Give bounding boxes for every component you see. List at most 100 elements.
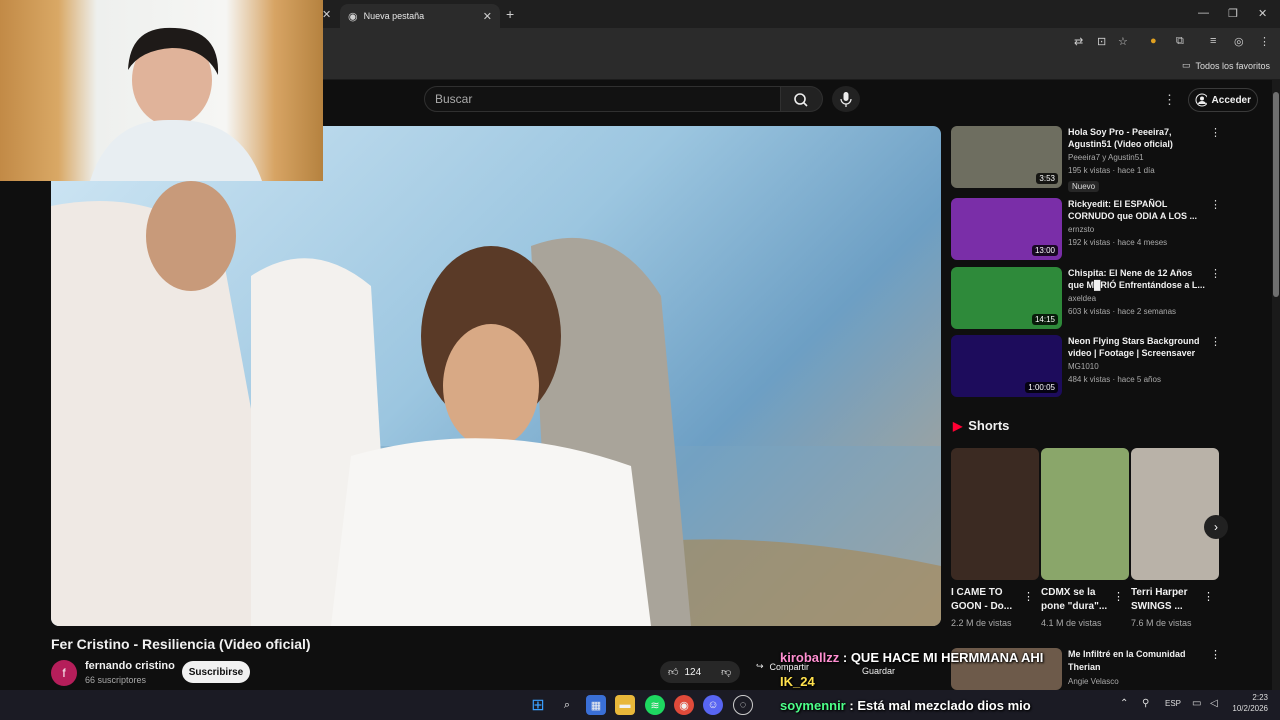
store-icon[interactable]: ▦ — [586, 695, 606, 715]
more-vert-icon[interactable]: ⋮ — [1203, 590, 1214, 603]
extensions-icon[interactable]: ⧉ — [1176, 35, 1184, 48]
chrome-icon[interactable]: ◉ — [674, 695, 694, 715]
close-prev-tab-icon[interactable]: ✕ — [322, 8, 331, 21]
extension-color-icon[interactable]: ● — [1150, 35, 1157, 47]
profile-icon[interactable]: ◎ — [1234, 35, 1244, 48]
chat-message: kiroballzz : QUE HACE MI HERMMANA AHI — [780, 650, 1043, 665]
video-player[interactable] — [51, 126, 941, 626]
translate-icon[interactable]: ⇄ — [1074, 35, 1083, 48]
search-input[interactable]: Buscar — [424, 86, 781, 112]
network-icon[interactable]: ▭ — [1192, 698, 1201, 709]
webcam-overlay — [0, 0, 323, 181]
more-icon[interactable]: ⋮ — [1259, 35, 1270, 48]
channel-avatar[interactable]: f — [51, 660, 77, 686]
windows-start-icon[interactable]: ⊞ — [528, 695, 548, 715]
like-dislike-group[interactable]: 👍︎ 124 👎︎ — [660, 661, 740, 683]
share-icon: ↪ — [756, 661, 764, 671]
language-indicator[interactable]: ESP — [1165, 699, 1181, 708]
recommendation-card[interactable]: 1:00:05 Neon Flying Stars Background vide… — [951, 335, 1241, 397]
short-thumbnail[interactable] — [1131, 448, 1219, 580]
short-title[interactable]: CDMX se la pone "dura"... — [1041, 586, 1121, 614]
recommendation-card[interactable]: 14:15 Chispita: El Nene de 12 Años que M█… — [951, 267, 1241, 329]
voice-search-button[interactable] — [832, 86, 860, 112]
subscribe-button[interactable]: Suscribirse — [182, 661, 250, 683]
search-button[interactable] — [781, 86, 823, 112]
recommendation-card[interactable]: 3:53 Hola Soy Pro - Peeeira7, Agustin51 (… — [951, 126, 1241, 192]
recommendation-title[interactable]: Hola Soy Pro - Peeeira7, Agustin51 (Vide… — [1068, 126, 1208, 150]
settings-dots-icon[interactable]: ⋮ — [1163, 92, 1176, 108]
recommendation-card[interactable]: 13:00 Rickyedit: El ESPAÑOL CORNUDO que O… — [951, 198, 1241, 260]
discord-icon[interactable]: ☺ — [703, 695, 723, 715]
taskbar — [0, 690, 1280, 720]
recommendation-meta: 603 k vistas · hace 2 semanas — [1068, 307, 1177, 316]
more-vert-icon[interactable]: ⋮ — [1210, 335, 1221, 348]
install-icon[interactable]: ⊡ — [1097, 35, 1106, 48]
new-badge: Nuevo — [1068, 181, 1100, 192]
mic-icon — [840, 92, 852, 107]
new-tab-icon[interactable]: + — [506, 6, 514, 22]
short-title[interactable]: I CAME TO GOON - Do... — [951, 586, 1031, 614]
video-thumbnail[interactable]: 1:00:05 — [951, 335, 1062, 397]
globe-icon: ◉ — [348, 10, 358, 23]
minimize-icon[interactable]: — — [1198, 7, 1209, 19]
signin-label: Acceder — [1211, 94, 1251, 106]
clock-time[interactable]: 2:23 — [1232, 693, 1268, 702]
volume-icon[interactable]: ◁ — [1210, 698, 1218, 709]
video-thumbnail[interactable]: 14:15 — [951, 267, 1062, 329]
dislike-icon[interactable]: 👎︎ — [721, 666, 731, 678]
folder-icon: ▭ — [1181, 60, 1191, 70]
all-bookmarks[interactable]: ▭ Todos los favoritos — [1182, 60, 1270, 71]
star-icon[interactable]: ☆ — [1118, 35, 1128, 48]
folder-taskbar-icon[interactable]: ▬ — [615, 695, 635, 715]
app-icon[interactable]: ◌ — [733, 695, 753, 715]
recommendation-channel: ernzsto — [1068, 225, 1095, 234]
short-title[interactable]: Terri Harper SWINGS ... — [1131, 586, 1211, 614]
save-label[interactable]: Guardar — [862, 666, 895, 676]
short-views: 4.1 M de vistas — [1041, 618, 1102, 628]
search-icon — [794, 93, 808, 107]
more-vert-icon[interactable]: ⋮ — [1113, 590, 1124, 603]
taskbar-search-icon[interactable]: ⌕ — [557, 695, 577, 715]
short-thumbnail[interactable] — [1041, 448, 1129, 580]
chat-username: kiroballzz — [780, 650, 840, 665]
close-tab-icon[interactable]: ✕ — [483, 10, 492, 23]
recommendation-channel: axeldea — [1068, 294, 1097, 303]
tab-title: Nueva pestaña — [363, 11, 425, 21]
duration-badge: 1:00:05 — [1025, 382, 1058, 393]
short-thumbnail[interactable] — [951, 448, 1039, 580]
maximize-icon[interactable]: ❐ — [1228, 7, 1238, 20]
spotify-icon[interactable]: ≋ — [645, 695, 665, 715]
like-count: 124 — [684, 666, 702, 678]
recommendation-channel: Peeeira7 y Agustin51 — [1068, 153, 1144, 162]
video-thumbnail[interactable]: 3:53 — [951, 126, 1062, 188]
recommendation-meta: 195 k vistas · hace 1 día — [1068, 166, 1155, 175]
recommendation-title[interactable]: Chispita: El Nene de 12 Años que M█RIÓ E… — [1068, 267, 1208, 291]
shorts-next-button[interactable]: › — [1204, 515, 1228, 539]
account-icon — [1195, 93, 1207, 107]
chat-message: IK_24 — [780, 674, 815, 689]
like-icon[interactable]: 👍︎ — [668, 666, 678, 678]
chat-text: QUE HACE MI HERMMANA AHI — [850, 650, 1044, 665]
clock-date[interactable]: 10/2/2026 — [1226, 704, 1268, 713]
recommendation-title[interactable]: Neon Flying Stars Background video | Foo… — [1068, 335, 1208, 359]
tab-search-icon[interactable]: ≡ — [1210, 35, 1216, 47]
scrollbar-thumb[interactable] — [1273, 92, 1279, 297]
more-vert-icon[interactable]: ⋮ — [1210, 198, 1221, 211]
more-vert-icon[interactable]: ⋮ — [1210, 126, 1221, 139]
signin-button[interactable]: Acceder — [1188, 88, 1258, 112]
recommendation-title[interactable]: Rickyedit: El ESPAÑOL CORNUDO que ODIA A… — [1068, 198, 1208, 222]
close-window-icon[interactable]: ✕ — [1258, 7, 1267, 20]
recommendation-meta: 192 k vistas · hace 4 meses — [1068, 238, 1168, 247]
extra-rec-title[interactable]: Me Infiltré en la Comunidad Therian — [1068, 648, 1208, 674]
tray-chevron-icon[interactable]: ⌃ — [1120, 698, 1128, 709]
recommendation-channel: MG1010 — [1068, 362, 1099, 371]
more-vert-icon[interactable]: ⋮ — [1210, 267, 1221, 280]
more-vert-icon[interactable]: ⋮ — [1023, 590, 1034, 603]
chat-text: Está mal mezclado dios mio — [857, 698, 1031, 713]
search-placeholder: Buscar — [435, 92, 473, 106]
browser-tab[interactable]: ◉ Nueva pestaña ✕ — [340, 4, 500, 28]
channel-name[interactable]: fernando cristino — [85, 660, 175, 672]
more-vert-icon[interactable]: ⋮ — [1210, 648, 1221, 661]
video-thumbnail[interactable]: 13:00 — [951, 198, 1062, 260]
tray-mic-icon[interactable]: ⚲ — [1142, 698, 1149, 709]
